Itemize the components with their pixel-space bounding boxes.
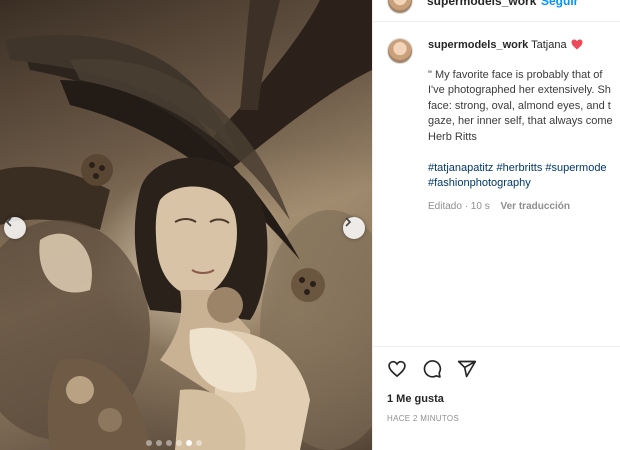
caption-title-line: supermodels_work Tatjana xyxy=(428,38,620,54)
follow-button[interactable]: Seguir xyxy=(541,0,578,8)
carousel-dot xyxy=(176,440,182,446)
comment-icon xyxy=(423,360,442,378)
quote-line: face: strong, oval, almond eyes, and t xyxy=(428,99,611,112)
hashtag-line[interactable]: #fashionphotography xyxy=(428,176,620,191)
quote-line: I've photographed her extensively. Sh xyxy=(428,84,611,97)
carousel-dot xyxy=(146,440,152,446)
heart-icon xyxy=(388,360,406,378)
share-icon xyxy=(457,360,477,378)
caption-title: Tatjana xyxy=(531,39,567,51)
post-details-panel: supermodels_work Seguir supermodels_work… xyxy=(372,0,620,450)
share-button[interactable] xyxy=(457,359,477,379)
post-header: supermodels_work Seguir xyxy=(373,0,620,22)
carousel-dot xyxy=(156,440,162,446)
post-timestamp[interactable]: HACE 2 MINUTOS xyxy=(387,414,459,423)
next-photo-button[interactable] xyxy=(343,217,365,239)
quote-line: gaze, her inner self, that always come xyxy=(428,115,613,128)
heart-emoji-icon xyxy=(571,39,583,55)
post-photo[interactable] xyxy=(0,0,372,450)
previous-photo-button[interactable] xyxy=(4,217,26,239)
edited-label: Editado · 10 s xyxy=(428,200,490,212)
action-bar xyxy=(387,359,477,379)
chevron-left-icon xyxy=(5,217,12,227)
chevron-right-icon xyxy=(345,217,352,227)
hashtag-line[interactable]: #tatjanapatitz #herbritts #supermode xyxy=(428,161,620,176)
caption-quote: " My favorite face is probably that of I… xyxy=(428,68,620,145)
carousel-dot xyxy=(196,440,202,446)
quote-line: Herb Ritts xyxy=(428,130,477,143)
see-translation-link[interactable]: Ver traducción xyxy=(501,201,570,212)
comment-button[interactable] xyxy=(422,359,442,379)
caption-meta: Editado · 10 s Ver traducción xyxy=(428,199,620,214)
header-username[interactable]: supermodels_work xyxy=(427,0,536,8)
quote-line: " My favorite face is probably that of xyxy=(428,69,603,81)
caption-avatar[interactable] xyxy=(387,38,413,64)
like-button[interactable] xyxy=(387,359,407,379)
likes-count[interactable]: 1 Me gusta xyxy=(387,393,444,405)
caption-body: supermodels_work Tatjana " My favorite f… xyxy=(428,38,620,214)
carousel-dots xyxy=(146,440,202,446)
photo-artwork xyxy=(0,0,372,450)
avatar[interactable] xyxy=(387,0,413,14)
post-actions: 1 Me gusta HACE 2 MINUTOS xyxy=(373,346,620,450)
carousel-dot-active xyxy=(186,440,192,446)
carousel-dot xyxy=(166,440,172,446)
caption-username[interactable]: supermodels_work xyxy=(428,39,528,51)
hashtags: #tatjanapatitz #herbritts #supermode #fa… xyxy=(428,161,620,192)
